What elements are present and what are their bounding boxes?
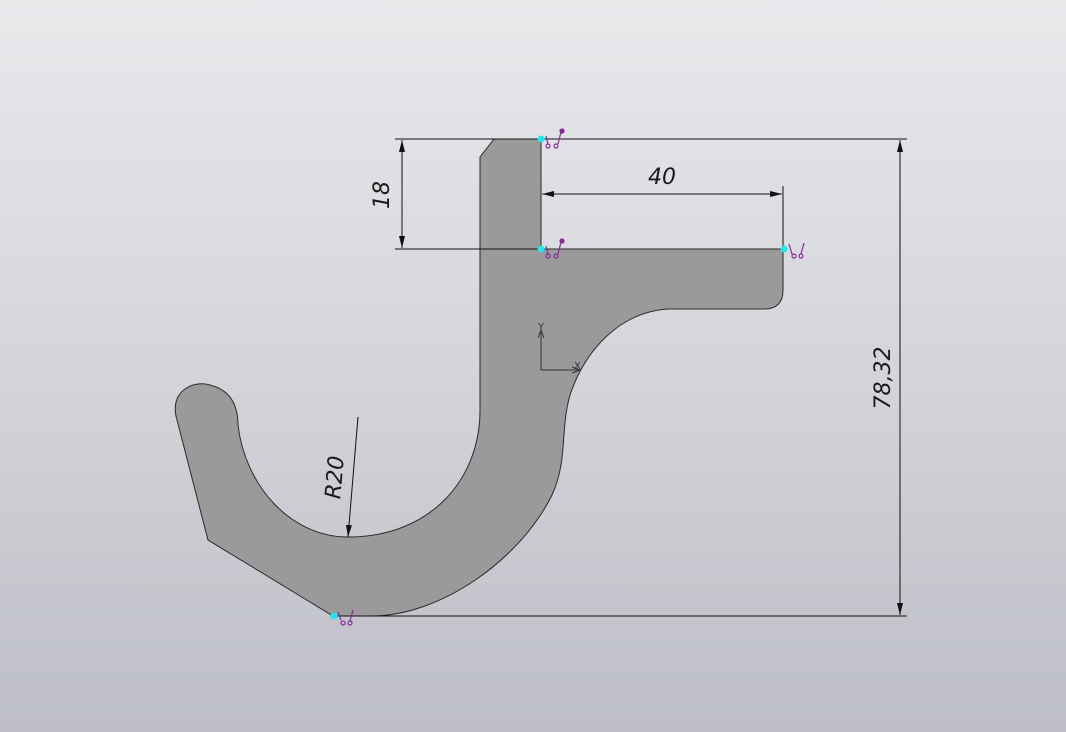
x-axis-label: X: [574, 361, 581, 372]
dimension-label-40[interactable]: 40: [648, 165, 676, 190]
point-marker[interactable]: [537, 135, 545, 143]
point-marker[interactable]: [330, 612, 338, 620]
coincident-constraint-icon[interactable]: [788, 242, 805, 259]
sketch-canvas[interactable]: 18 40 78,32 R20 Y X: [0, 0, 1066, 732]
radius-label[interactable]: R20: [321, 455, 350, 500]
sketch-point-right[interactable]: [780, 242, 805, 259]
dimension-label-18[interactable]: 18: [370, 181, 395, 209]
hook-profile[interactable]: [174, 138, 784, 617]
point-marker[interactable]: [780, 245, 788, 253]
dimension-label-78[interactable]: 78,32: [871, 347, 896, 410]
y-axis-label: Y: [537, 322, 545, 333]
radius-leader: [346, 416, 359, 538]
point-marker[interactable]: [537, 245, 545, 253]
